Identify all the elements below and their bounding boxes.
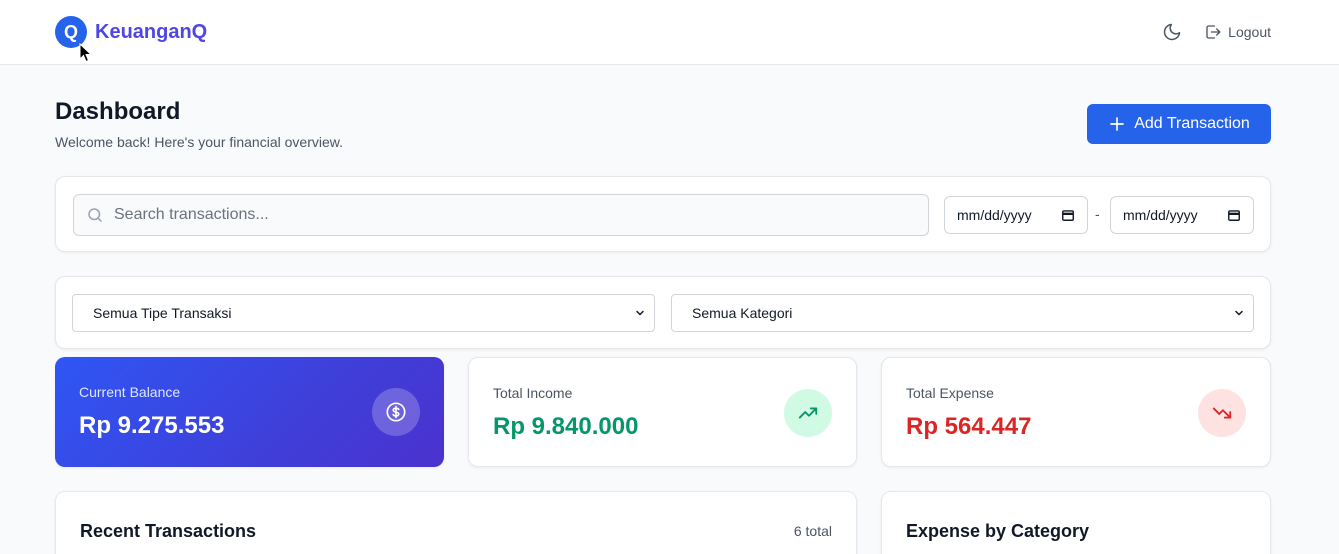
transaction-type-selected: Semua Tipe Transaksi: [93, 305, 232, 321]
date-to-input[interactable]: mm/dd/yyyy: [1110, 196, 1254, 234]
dollar-icon: [386, 402, 406, 422]
date-to-placeholder: mm/dd/yyyy: [1123, 207, 1198, 223]
brand[interactable]: Q KeuanganQ: [55, 16, 207, 48]
logout-label: Logout: [1228, 24, 1271, 40]
category-select[interactable]: Semua Kategori: [671, 294, 1254, 332]
trending-down-icon: [1212, 407, 1232, 419]
theme-toggle-button[interactable]: [1160, 20, 1184, 44]
nav-actions: Logout: [1160, 20, 1271, 44]
date-from-placeholder: mm/dd/yyyy: [957, 207, 1032, 223]
chevron-down-icon: [636, 310, 644, 316]
category-selected: Semua Kategori: [692, 305, 793, 321]
date-separator: -: [1095, 206, 1100, 222]
total-income-label: Total Income: [493, 385, 573, 401]
search-icon: [88, 208, 102, 222]
page-subtitle: Welcome back! Here's your financial over…: [55, 134, 343, 150]
search-input[interactable]: [114, 206, 914, 224]
search-box[interactable]: [73, 194, 929, 236]
moon-icon: [1163, 23, 1181, 41]
transaction-type-select[interactable]: Semua Tipe Transaksi: [72, 294, 655, 332]
current-balance-value: Rp 9.275.553: [79, 412, 225, 439]
recent-transactions-title: Recent Transactions: [80, 521, 257, 541]
chevron-down-icon: [1235, 310, 1243, 316]
total-income-card: Total Income Rp 9.840.000: [468, 357, 857, 467]
trending-up-icon: [798, 407, 818, 419]
balance-icon-badge: [372, 388, 420, 436]
brand-name[interactable]: KeuanganQ: [95, 21, 207, 44]
expense-by-category-card: Expense by Category: [881, 491, 1271, 554]
recent-transactions-card: Recent Transactions 6 total: [55, 491, 857, 554]
total-expense-value: Rp 564.447: [906, 413, 1032, 440]
total-income-value: Rp 9.840.000: [493, 413, 639, 440]
total-expense-label: Total Expense: [906, 385, 994, 401]
logout-icon: [1206, 25, 1221, 39]
calendar-icon: [1228, 210, 1240, 221]
recent-transactions-count: 6 total: [793, 523, 832, 539]
expense-icon-badge: [1198, 389, 1246, 437]
income-icon-badge: [784, 389, 832, 437]
calendar-icon: [1062, 210, 1074, 221]
search-card: mm/dd/yyyy - mm/dd/yyyy: [55, 176, 1271, 252]
add-transaction-button[interactable]: Add Transaction: [1087, 104, 1271, 144]
mouse-cursor-icon: [79, 43, 93, 63]
current-balance-card: Current Balance Rp 9.275.553: [55, 357, 444, 467]
current-balance-label: Current Balance: [79, 384, 181, 400]
logout-button[interactable]: Logout: [1204, 23, 1271, 41]
plus-icon: [1110, 117, 1125, 131]
total-expense-card: Total Expense Rp 564.447: [881, 357, 1271, 467]
top-navbar: Q KeuanganQ Logout: [0, 0, 1339, 65]
add-transaction-label: Add Transaction: [1134, 115, 1250, 132]
filter-card: Semua Tipe Transaksi Semua Kategori: [55, 276, 1271, 349]
date-from-input[interactable]: mm/dd/yyyy: [944, 196, 1088, 234]
expense-by-category-title: Expense by Category: [906, 521, 1090, 541]
page-title: Dashboard: [55, 98, 181, 125]
